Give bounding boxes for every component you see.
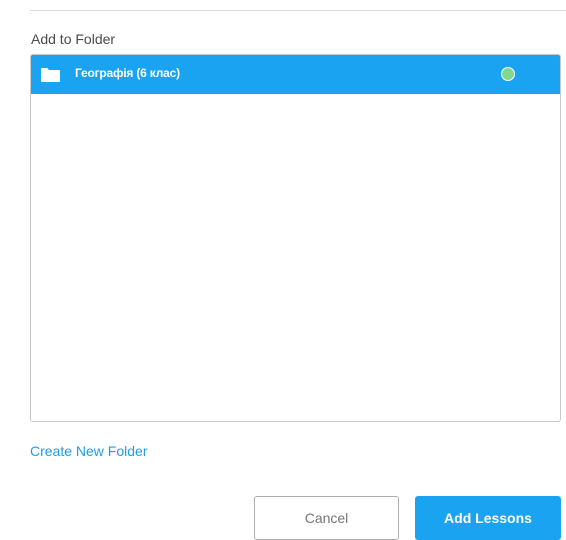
create-new-folder-link[interactable]: Create New Folder [30,443,148,459]
folder-icon [41,68,60,82]
folder-name: Географія (6 клас) [75,66,180,80]
folder-item[interactable]: Географія (6 клас) [31,55,560,94]
folder-list[interactable]: Географія (6 клас) [30,54,561,422]
selected-indicator-icon[interactable] [501,67,515,81]
add-to-folder-label: Add to Folder [31,31,116,47]
cancel-button[interactable]: Cancel [254,496,399,540]
top-divider [30,10,566,11]
add-lessons-button[interactable]: Add Lessons [415,496,561,540]
